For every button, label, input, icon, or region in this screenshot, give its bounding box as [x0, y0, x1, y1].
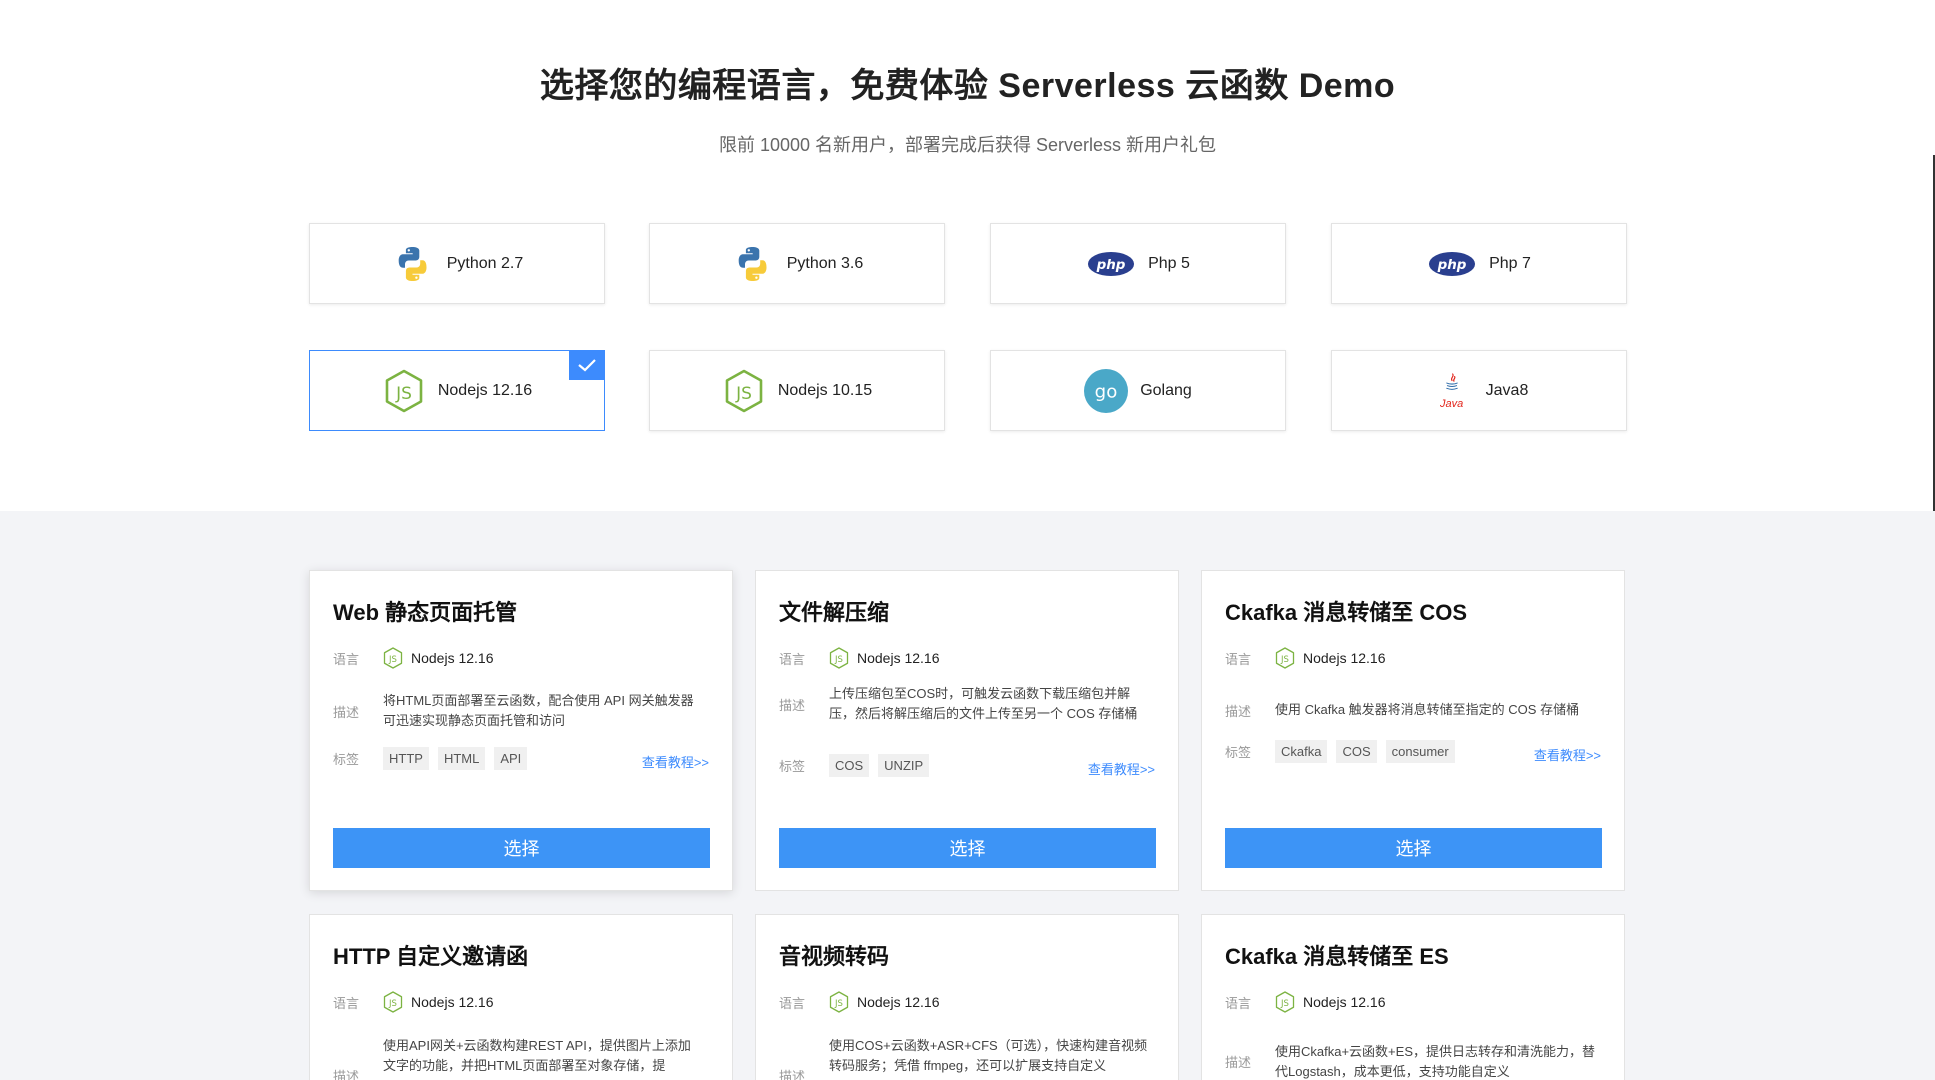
demo-desc: 上传压缩包至COS时，可触发云函数下载压缩包并解压，然后将解压缩后的文件上传至另…: [829, 686, 1138, 721]
demo-section: Web 静态页面托管 语言 Nodejs 12.16 描述 将HTML页面部署至…: [0, 511, 1935, 1080]
demo-desc: 将HTML页面部署至云函数，配合使用 API 网关触发器可迅速实现静态页面托管和…: [383, 693, 694, 728]
lang-key: 语言: [333, 995, 360, 1011]
selected-check-icon: [569, 350, 605, 380]
demo-title: 文件解压缩: [779, 600, 890, 625]
lang-label: Python 2.7: [446, 254, 524, 272]
demo-lang: Nodejs 12.16: [857, 994, 940, 1010]
select-button[interactable]: 选择: [333, 828, 710, 868]
tutorial-link[interactable]: 查看教程>>: [1088, 759, 1155, 778]
php-icon: [1086, 242, 1136, 286]
lang-label: Php 5: [1148, 254, 1190, 272]
demo-title: Ckafka 消息转储至 COS: [1225, 600, 1468, 625]
tutorial-link[interactable]: 查看教程>>: [642, 752, 709, 771]
demo-desc: 使用Ckafka+云函数+ES，提供日志转存和清洗能力，替代Logstash，成…: [1275, 1044, 1595, 1079]
lang-card-nodejs1015[interactable]: Nodejs 10.15: [649, 350, 945, 431]
lang-label: Python 3.6: [786, 254, 864, 272]
nodejs-icon: [829, 647, 849, 669]
tags-key: 标签: [333, 752, 360, 767]
python-icon: [731, 242, 775, 286]
tag: consumer: [1385, 740, 1455, 763]
tag: HTML: [437, 747, 486, 770]
lang-key: 语言: [779, 651, 806, 667]
lang-label: Java8: [1485, 381, 1529, 399]
nodejs-icon: [722, 369, 766, 413]
tag: HTTP: [383, 747, 429, 770]
lang-key: 语言: [1225, 651, 1252, 667]
java-logo-text: Java: [1440, 397, 1464, 410]
demo-lang: Nodejs 12.16: [1303, 650, 1386, 666]
page-subtitle: 限前 10000 名新用户，部署完成后获得 Serverless 新用户礼包: [718, 135, 1217, 155]
demo-card-ckafka-es[interactable]: Ckafka 消息转储至 ES 语言 Nodejs 12.16 描述 使用Cka…: [1201, 914, 1625, 1080]
demo-card-av-transcode[interactable]: 音视频转码 语言 Nodejs 12.16 描述 使用COS+云函数+ASR+C…: [755, 914, 1179, 1080]
tag: API: [494, 747, 528, 770]
tag: UNZIP: [878, 754, 930, 777]
lang-key: 语言: [1225, 995, 1252, 1011]
lang-label: Nodejs 10.15: [777, 381, 873, 399]
desc-key: 描述: [333, 704, 360, 720]
demo-title: Web 静态页面托管: [333, 600, 518, 625]
demo-lang: Nodejs 12.16: [411, 650, 494, 666]
lang-card-php5[interactable]: Php 5: [990, 223, 1286, 304]
lang-card-nodejs1216[interactable]: Nodejs 12.16: [309, 350, 605, 431]
nodejs-icon: [1275, 647, 1295, 669]
nodejs-icon: [1275, 991, 1295, 1013]
demo-card-http-invite[interactable]: HTTP 自定义邀请函 语言 Nodejs 12.16 描述 使用API网关+云…: [309, 914, 733, 1080]
desc-key: 描述: [333, 1069, 360, 1080]
desc-key: 描述: [779, 697, 806, 713]
lang-label: Golang: [1140, 381, 1192, 399]
tag: Ckafka: [1275, 740, 1328, 763]
lang-key: 语言: [333, 651, 360, 667]
desc-key: 描述: [779, 1069, 806, 1080]
tags-key: 标签: [1225, 745, 1252, 760]
demo-lang: Nodejs 12.16: [857, 650, 940, 666]
nodejs-icon: [383, 991, 403, 1013]
language-section: 选择您的编程语言，免费体验 Serverless 云函数 Demo 限前 100…: [0, 0, 1935, 511]
demo-desc: 使用 Ckafka 触发器将消息转储至指定的 COS 存储桶: [1275, 702, 1580, 717]
python-icon: [391, 242, 435, 286]
select-button[interactable]: 选择: [1225, 828, 1602, 868]
tags-key: 标签: [779, 759, 806, 774]
nodejs-icon: [382, 369, 426, 413]
nodejs-icon: [829, 991, 849, 1013]
lang-key: 语言: [779, 995, 806, 1011]
select-button[interactable]: 选择: [779, 828, 1156, 868]
lang-card-python27[interactable]: Python 2.7: [309, 223, 605, 304]
demo-lang: Nodejs 12.16: [411, 994, 494, 1010]
tag: COS: [829, 754, 870, 777]
lang-card-php7[interactable]: Php 7: [1331, 223, 1627, 304]
demo-desc: 使用COS+云函数+ASR+CFS（可选），快速构建音视频转码服务；凭借 ffm…: [829, 1038, 1148, 1073]
demo-title: 音视频转码: [779, 944, 890, 969]
lang-label: Php 7: [1489, 254, 1531, 272]
demo-card-unzip[interactable]: 文件解压缩 语言 Nodejs 12.16 描述 上传压缩包至COS时，可触发云…: [755, 570, 1179, 891]
lang-label: Nodejs 12.16: [437, 381, 533, 399]
lang-card-java8[interactable]: Java Java8: [1331, 350, 1627, 431]
demo-lang: Nodejs 12.16: [1303, 994, 1386, 1010]
demo-card-web-static[interactable]: Web 静态页面托管 语言 Nodejs 12.16 描述 将HTML页面部署至…: [309, 570, 733, 891]
php-icon: [1427, 242, 1477, 286]
desc-key: 描述: [1225, 1055, 1252, 1070]
tutorial-link[interactable]: 查看教程>>: [1534, 745, 1601, 764]
demo-desc: 使用API网关+云函数构建REST API，提供图片上添加文字的功能，并把HTM…: [383, 1038, 691, 1073]
page-title: 选择您的编程语言，免费体验 Serverless 云函数 Demo: [539, 67, 1396, 105]
nodejs-icon: [383, 647, 403, 669]
demo-title: Ckafka 消息转储至 ES: [1225, 944, 1449, 969]
lang-card-golang[interactable]: Golang: [990, 350, 1286, 431]
tag: COS: [1336, 740, 1377, 763]
demo-card-ckafka-cos[interactable]: Ckafka 消息转储至 COS 语言 Nodejs 12.16 描述 使用 C…: [1201, 570, 1625, 891]
demo-title: HTTP 自定义邀请函: [333, 944, 529, 969]
desc-key: 描述: [1225, 703, 1252, 719]
lang-card-python36[interactable]: Python 3.6: [649, 223, 945, 304]
golang-icon: [1084, 369, 1128, 413]
java-icon: Java: [1430, 369, 1474, 413]
